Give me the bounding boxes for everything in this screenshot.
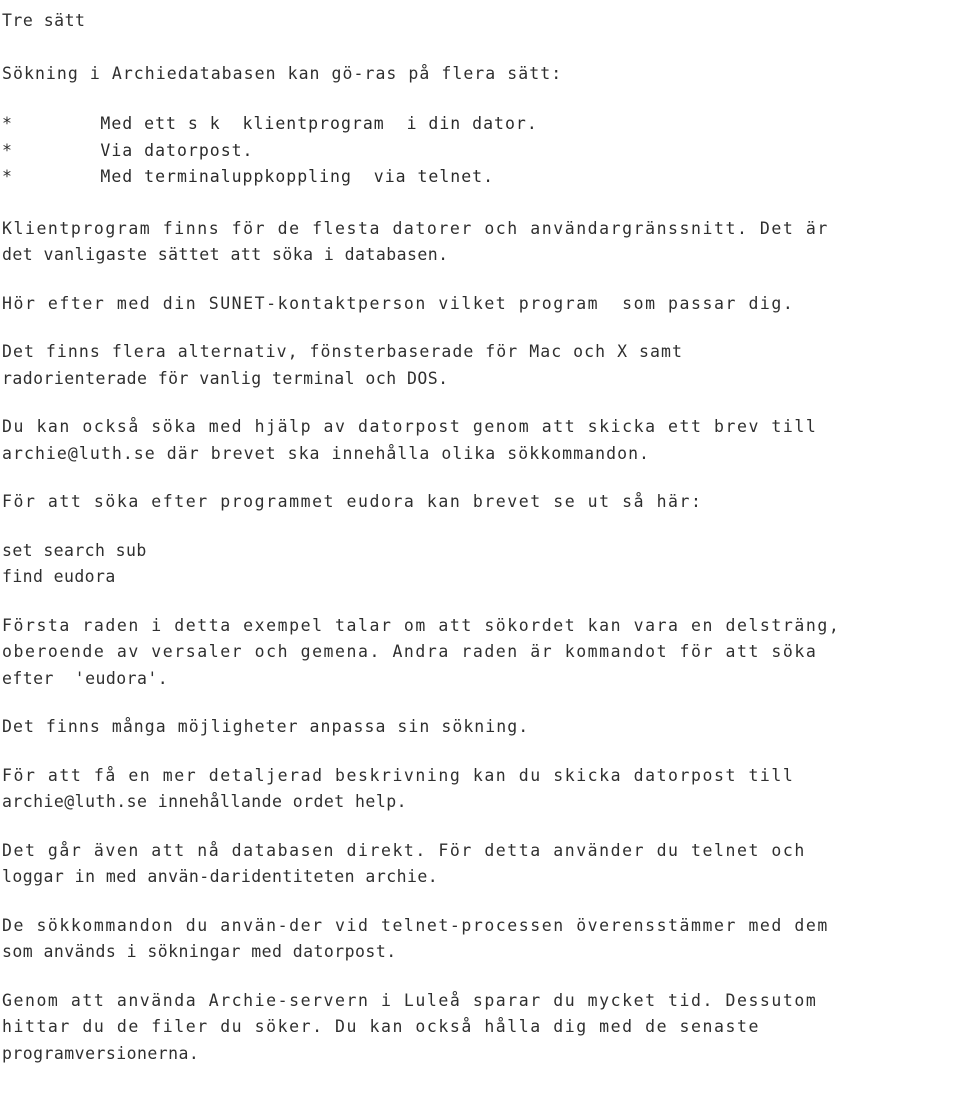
document-page: Tre sätt Sökning i Archiedatabasen kan g… (0, 0, 960, 1104)
paragraph-line: oberoende av versaler och gemena. Andra … (2, 642, 818, 661)
bullet-gap (13, 167, 100, 186)
paragraph-line: Sökning i Archiedatabasen kan gö-ras på … (2, 63, 563, 83)
paragraph-line: archie@luth.se innehållande ordet help. (2, 792, 407, 811)
paragraph-line: archie@luth.se där brevet ska innehålla … (2, 443, 651, 463)
paragraph-line: hittar du de filer du söker. Du kan ocks… (2, 1017, 760, 1036)
paragraph-sunet: Hör efter med din SUNET-kontaktperson vi… (2, 291, 960, 318)
paragraph-help: För att få en mer detaljerad beskrivning… (2, 763, 960, 816)
heading-line: Tre sätt (2, 11, 86, 30)
list-item: * Med ett s k klientprogram i din dator. (2, 111, 960, 138)
bullet-marker: * (2, 140, 13, 160)
paragraph-line: Klientprogram finns för de flesta datore… (2, 218, 829, 238)
document-body: Tre sätt Sökning i Archiedatabasen kan g… (0, 0, 960, 1067)
paragraph-line: För att få en mer detaljerad beskrivning… (2, 765, 795, 785)
list-item-label: Via datorpost. (100, 140, 254, 160)
paragraph-line: Det går även att nå databasen direkt. Fö… (2, 840, 806, 860)
paragraph-sokkommandon: De sökkommandon du använ-der vid telnet-… (2, 913, 960, 966)
paragraph-line: loggar in med använ-daridentiteten archi… (2, 867, 439, 886)
paragraph-klientprogram: Klientprogram finns för de flesta datore… (2, 216, 960, 269)
paragraph-line: radorienterade för vanlig terminal och D… (2, 368, 449, 388)
code-line: set search sub (2, 540, 147, 560)
list-item-label: Med ett s k klientprogram i din dator. (100, 114, 538, 133)
bullet-gap (13, 141, 100, 160)
paragraph-line: Det finns många möjligheter anpassa sin … (2, 717, 530, 736)
list-item: * Med terminaluppkoppling via telnet. (2, 164, 960, 191)
paragraph-telnet: Det går även att nå databasen direkt. Fö… (2, 838, 960, 891)
code-example: set search sub find eudora (2, 538, 960, 591)
paragraph-eudora-intro: För att söka efter programmet eudora kan… (2, 489, 960, 516)
paragraph-line: Hör efter med din SUNET-kontaktperson vi… (2, 293, 795, 313)
paragraph-mojligheter: Det finns många möjligheter anpassa sin … (2, 714, 960, 741)
bullet-list: * Med ett s k klientprogram i din dator.… (2, 111, 960, 191)
paragraph-alternativ: Det finns flera alternativ, fönsterbaser… (2, 339, 960, 392)
bullet-marker: * (2, 114, 13, 133)
paragraph-line: som används i sökningar med datorpost. (2, 942, 397, 961)
paragraph-line: Genom att använda Archie-servern i Luleå… (2, 990, 818, 1010)
paragraph-lulea: Genom att använda Archie-servern i Luleå… (2, 988, 960, 1068)
paragraph-line: Det finns flera alternativ, fönsterbaser… (2, 342, 683, 361)
paragraph-line: För att söka efter programmet eudora kan… (2, 492, 703, 511)
code-line: find eudora (2, 567, 116, 586)
paragraph-line: det vanligaste sättet att söka i databas… (2, 245, 449, 264)
paragraph-line: efter 'eudora'. (2, 668, 169, 688)
list-item-label: Med terminaluppkoppling via telnet. (100, 167, 495, 186)
paragraph-line: programversionerna. (2, 1043, 200, 1063)
bullet-gap (13, 114, 100, 133)
document-heading: Tre sätt (2, 8, 960, 35)
bullet-marker: * (2, 167, 13, 186)
paragraph-intro: Sökning i Archiedatabasen kan gö-ras på … (2, 61, 960, 88)
paragraph-line: De sökkommandon du använ-der vid telnet-… (2, 915, 829, 935)
paragraph-datorpost: Du kan också söka med hjälp av datorpost… (2, 414, 960, 467)
paragraph-forsta-raden: Första raden i detta exempel talar om at… (2, 613, 960, 693)
paragraph-line: Du kan också söka med hjälp av datorpost… (2, 417, 818, 436)
list-item: * Via datorpost. (2, 138, 960, 165)
paragraph-line: Första raden i detta exempel talar om at… (2, 615, 841, 635)
